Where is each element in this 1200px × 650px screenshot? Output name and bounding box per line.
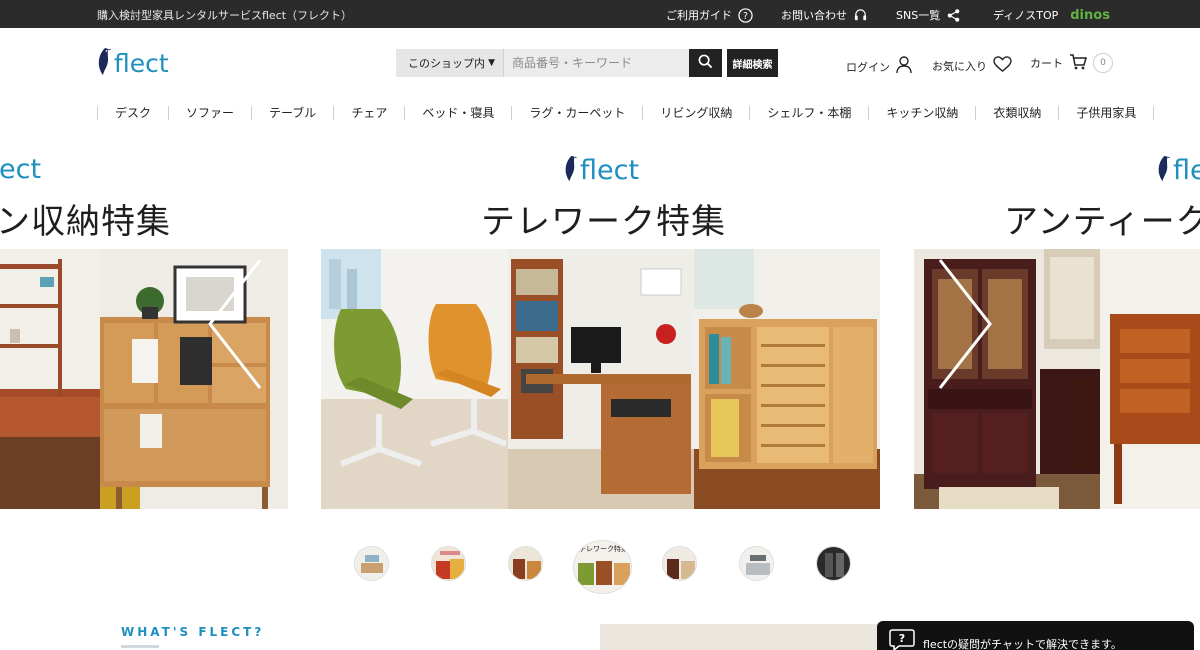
carousel-prev-button[interactable]: [206, 258, 262, 394]
svg-text:?: ?: [899, 632, 905, 645]
cart-count-badge: 0: [1093, 53, 1113, 73]
category-living-storage[interactable]: リビング収納: [642, 106, 749, 120]
slide-brand-text: flect: [580, 154, 640, 186]
slide-brand: flect: [0, 154, 41, 185]
bird-icon: [563, 154, 578, 186]
about-image: [600, 624, 900, 650]
whats-flect-heading: WHAT'S FLECT?: [121, 625, 265, 639]
active-thumb-label: テレワーク特集: [579, 545, 628, 553]
carousel-thumb[interactable]: [662, 546, 697, 581]
top-bar: 購入検討型家具レンタルサービスflect（フレクト） ご利用ガイド ? お問い合…: [0, 0, 1200, 28]
slide-brand-text: flect: [0, 154, 42, 185]
carousel-thumb[interactable]: [508, 546, 543, 581]
search-input[interactable]: [504, 49, 689, 77]
carousel-next-button[interactable]: [938, 258, 994, 394]
carousel-thumb[interactable]: [816, 546, 851, 581]
svg-text:?: ?: [743, 10, 748, 21]
slide-brand-text: flect: [1173, 154, 1200, 186]
contact-link[interactable]: お問い合わせ: [781, 7, 868, 23]
contact-label: お問い合わせ: [781, 9, 847, 22]
carousel-slide-active[interactable]: flect テレワーク特集: [321, 150, 880, 510]
site-logo[interactable]: flect: [96, 46, 169, 80]
category-shelf[interactable]: シェルフ・本棚: [749, 106, 868, 120]
category-kitchen-storage[interactable]: キッチン収納: [868, 106, 975, 120]
dinos-logo: dinos: [1070, 7, 1110, 23]
login-label: ログイン: [846, 60, 890, 74]
bird-icon: [96, 46, 112, 80]
search-icon: [698, 54, 713, 73]
chat-widget[interactable]: ? flectの疑問がチャットで解決できます。: [877, 621, 1194, 650]
cart-link[interactable]: カート 0: [1030, 53, 1113, 73]
search-scope-label: このショップ内: [408, 57, 485, 70]
category-clothes-storage[interactable]: 衣類収納: [975, 106, 1058, 120]
search-button[interactable]: [689, 49, 722, 77]
category-sofa[interactable]: ソファー: [168, 106, 251, 120]
cart-label: カート: [1030, 57, 1063, 70]
chevron-left-icon: [206, 259, 262, 394]
slide-title: ン収納特集: [0, 202, 171, 242]
cart-icon: [1069, 53, 1087, 73]
site-tagline: 購入検討型家具レンタルサービスflect（フレクト）: [97, 9, 353, 22]
category-bed[interactable]: ベッド・寝具: [404, 106, 511, 120]
slide-brand: flect: [1156, 154, 1200, 186]
chat-question-icon: ?: [889, 628, 915, 650]
chevron-right-icon: [938, 259, 994, 394]
category-rug[interactable]: ラグ・カーペット: [511, 106, 642, 120]
logo-text: flect: [114, 48, 169, 78]
chat-text: flectの疑問がチャットで解決できます。: [923, 638, 1122, 650]
share-icon: [946, 8, 961, 23]
caret-down-icon: ▼: [488, 58, 495, 68]
category-desk[interactable]: デスク: [97, 106, 168, 120]
category-chair[interactable]: チェア: [333, 106, 404, 120]
search-bar: このショップ内 ▼: [396, 49, 722, 77]
category-nav: デスク ソファー テーブル チェア ベッド・寝具 ラグ・カーペット リビング収納…: [97, 104, 1155, 122]
headset-icon: [853, 8, 868, 23]
user-icon: [896, 56, 912, 77]
slide-brand: flect: [563, 154, 639, 186]
carousel-thumb[interactable]: [431, 546, 466, 581]
category-kids-furniture[interactable]: 子供用家具: [1058, 106, 1155, 120]
slide-title: アンティーク: [1004, 202, 1200, 242]
slide-title: テレワーク特集: [481, 202, 726, 242]
carousel-thumb-active[interactable]: テレワーク特集: [573, 540, 632, 594]
guide-link[interactable]: ご利用ガイド ?: [666, 7, 753, 23]
help-circle-icon: ?: [738, 7, 753, 23]
login-link[interactable]: ログイン: [846, 56, 912, 77]
sns-label: SNS一覧: [896, 9, 941, 22]
heart-icon: [993, 56, 1012, 76]
carousel-thumb[interactable]: [739, 546, 774, 581]
dinos-top-label: ディノスTOP: [993, 9, 1059, 22]
dinos-top-link[interactable]: ディノスTOP dinos: [993, 7, 1110, 23]
slide-photo: [321, 249, 880, 509]
heading-underline: [121, 645, 159, 648]
guide-label: ご利用ガイド: [666, 9, 732, 22]
category-table[interactable]: テーブル: [251, 106, 333, 120]
advanced-search-button[interactable]: 詳細検索: [727, 49, 778, 77]
favorites-label: お気に入り: [932, 60, 987, 73]
carousel-thumb[interactable]: [354, 546, 389, 581]
bird-icon: [1156, 154, 1171, 186]
favorites-link[interactable]: お気に入り: [932, 56, 1012, 76]
sns-link[interactable]: SNS一覧: [896, 7, 961, 23]
search-scope-select[interactable]: このショップ内 ▼: [396, 49, 504, 77]
